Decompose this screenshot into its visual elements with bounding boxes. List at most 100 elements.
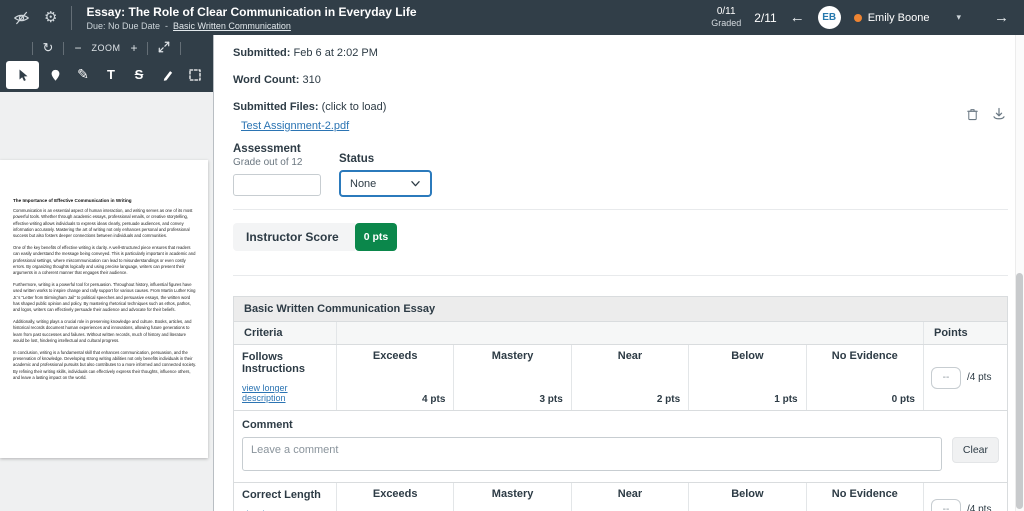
scrollbar-thumb[interactable] <box>1016 273 1023 509</box>
criterion-points-total: /4 pts <box>967 372 991 383</box>
essay-paragraph: Communication is an essential aspect of … <box>13 208 198 239</box>
status-label: Status <box>339 153 432 165</box>
status-value: None <box>350 178 376 190</box>
status-column: Status None <box>339 143 432 197</box>
rating-cell[interactable]: Below 1 pts <box>688 345 805 410</box>
due-date-label: Due: No Due Date <box>86 21 160 31</box>
rubric-criterion-row: Correct Length view longer description E… <box>234 483 1007 511</box>
student-selector[interactable]: Emily Boone <box>854 12 930 24</box>
next-student-arrow[interactable]: → <box>994 9 1024 26</box>
rating-cell[interactable]: Mastery 3 pts <box>453 483 570 511</box>
essay-title: The Importance of Effective Communicatio… <box>13 198 198 203</box>
zoom-in-button[interactable]: + <box>130 41 137 55</box>
grade-input[interactable] <box>233 174 321 196</box>
rating-cell[interactable]: Exceeds 4 pts <box>336 345 453 410</box>
comment-row: Comment Clear <box>234 411 1007 483</box>
rating-cell[interactable]: No Evidence 0 pts <box>806 483 923 511</box>
rating-cell[interactable]: Mastery 3 pts <box>453 345 570 410</box>
comment-label: Comment <box>242 419 999 431</box>
comment-textarea[interactable] <box>242 437 942 471</box>
assignment-info: Essay: The Role of Clear Communication i… <box>86 5 416 31</box>
fullscreen-expand-icon[interactable] <box>158 41 170 56</box>
text-annotation-tool[interactable]: T <box>99 61 123 89</box>
toolbar-divider <box>63 42 64 55</box>
rating-cell[interactable]: Near 2 pts <box>571 483 688 511</box>
point-annotation-tool[interactable] <box>43 61 67 89</box>
top-header: ⚙ Essay: The Role of Clear Communication… <box>0 0 1024 35</box>
assignment-subtitle: Due: No Due Date - Basic Written Communi… <box>86 21 416 31</box>
toolbar-divider <box>32 42 33 55</box>
highlight-pen-tool[interactable]: ✎ <box>71 61 95 89</box>
document-preview-page[interactable]: The Importance of Effective Communicatio… <box>0 160 208 458</box>
criterion-cell: Follows Instructions view longer descrip… <box>234 345 336 410</box>
previous-student-arrow[interactable]: ← <box>790 9 805 26</box>
grading-panel: Submitted: Feb 6 at 2:02 PM Word Count: … <box>215 35 1024 511</box>
viewer-toolbar: ↻ − ZOOM + ✎ T S <box>0 35 213 92</box>
student-dropdown-caret-icon[interactable]: ▾ <box>956 12 961 23</box>
delete-file-trash-icon[interactable] <box>966 107 979 126</box>
rubric-table: Basic Written Communication Essay Criter… <box>233 296 1008 511</box>
document-viewer-panel: ↻ − ZOOM + ✎ T S <box>0 35 214 511</box>
zoom-out-button[interactable]: − <box>74 41 81 55</box>
section-divider <box>233 275 1008 276</box>
instructor-score-bar: Instructor Score 0 pts <box>233 223 397 251</box>
criterion-name: Follows Instructions <box>242 351 328 375</box>
section-divider <box>233 209 1008 210</box>
rubric-header-row: Criteria Points <box>234 322 1007 345</box>
toolbar-divider <box>147 42 148 55</box>
settings-gear-icon[interactable]: ⚙ <box>44 10 57 25</box>
student-name: Emily Boone <box>868 12 930 24</box>
student-avatar: EB <box>818 6 841 29</box>
points-header: Points <box>923 322 1007 344</box>
assessment-label: Assessment <box>233 143 321 155</box>
free-draw-tool[interactable] <box>155 61 179 89</box>
strikeout-tool[interactable]: S <box>127 61 151 89</box>
assessment-section: Assessment Grade out of 12 Status None <box>233 143 1008 197</box>
download-file-icon[interactable] <box>992 107 1006 126</box>
hide-grades-eye-icon[interactable] <box>13 10 30 26</box>
rating-cell[interactable]: No Evidence 0 pts <box>806 345 923 410</box>
module-link[interactable]: Basic Written Communication <box>173 21 291 31</box>
area-select-tool[interactable] <box>183 61 207 89</box>
chevron-down-icon <box>410 179 421 188</box>
grade-column: Assessment Grade out of 12 <box>233 143 321 197</box>
criterion-points-total: /4 pts <box>967 504 991 511</box>
toolbar-divider <box>180 42 181 55</box>
needs-grading-dot-icon <box>854 14 862 22</box>
criterion-points-input[interactable] <box>931 499 961 511</box>
rubric-title: Basic Written Communication Essay <box>234 297 1007 322</box>
refresh-icon[interactable]: ↻ <box>43 40 54 56</box>
criterion-points-cell: /4 pts <box>923 483 1007 511</box>
rating-cell[interactable]: Exceeds 4 pts <box>336 483 453 511</box>
essay-paragraph: In conclusion, writing is a fundamental … <box>13 350 198 381</box>
clear-comment-button[interactable]: Clear <box>952 437 999 463</box>
submitted-file-link[interactable]: Test Assignment-2.pdf <box>241 120 349 133</box>
vertical-scrollbar[interactable] <box>1015 35 1024 511</box>
criterion-cell: Correct Length view longer description <box>234 483 336 511</box>
criterion-points-input[interactable] <box>931 367 961 389</box>
instructor-score-label: Instructor Score <box>233 223 355 251</box>
select-cursor-tool[interactable] <box>6 61 39 89</box>
submitted-files-block: Submitted Files: (click to load) Test As… <box>233 101 1008 133</box>
essay-paragraph: Furthermore, writing is a powerful tool … <box>13 282 198 313</box>
rating-cell[interactable]: Below 1 pts <box>688 483 805 511</box>
assignment-title: Essay: The Role of Clear Communication i… <box>86 5 416 20</box>
criterion-points-cell: /4 pts <box>923 345 1007 410</box>
rubric-header-spacer <box>336 322 923 344</box>
criteria-header: Criteria <box>234 322 336 344</box>
status-select[interactable]: None <box>339 170 432 197</box>
essay-paragraph: One of the key benefits of effective wri… <box>13 245 198 276</box>
student-position: 2/11 <box>754 11 776 25</box>
rubric-criterion-row: Follows Instructions view longer descrip… <box>234 345 1007 411</box>
rating-cell[interactable]: Near 2 pts <box>571 345 688 410</box>
instructor-score-badge: 0 pts <box>355 223 397 251</box>
zoom-label: ZOOM <box>91 43 120 53</box>
word-count-line: Word Count: 310 <box>233 74 1008 87</box>
graded-counter: 0/11 Graded <box>711 6 741 29</box>
essay-paragraph: Additionally, writing plays a crucial ro… <box>13 319 198 344</box>
criterion-name: Correct Length <box>242 489 328 501</box>
submitted-line: Submitted: Feb 6 at 2:02 PM <box>233 47 1008 60</box>
grade-out-of-hint: Grade out of 12 <box>233 157 321 168</box>
header-divider <box>71 6 72 30</box>
view-longer-description-link[interactable]: view longer description <box>242 383 328 403</box>
